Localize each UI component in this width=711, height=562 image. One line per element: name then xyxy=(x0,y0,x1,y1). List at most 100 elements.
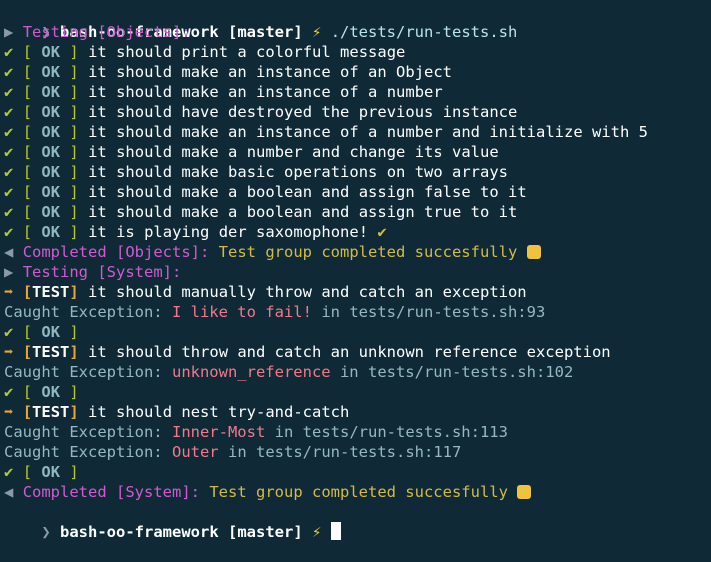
ok-badge: OK xyxy=(41,103,61,121)
test-bracket: [ xyxy=(22,283,33,301)
check-icon: ✔ xyxy=(4,463,14,481)
ok-bracket: [ xyxy=(22,83,33,101)
ok-bracket: [ xyxy=(22,123,33,141)
arrow-right-icon: ➡ xyxy=(4,283,14,301)
check-icon: ✔ xyxy=(4,83,14,101)
exception-row: Caught Exception: I like to fail! in tes… xyxy=(4,302,545,322)
exception-message: unknown_reference xyxy=(171,363,331,381)
thumbs-up-icon xyxy=(526,245,541,259)
ok-bracket: [ xyxy=(22,63,33,81)
ok-badge: OK xyxy=(41,143,61,161)
exception-location: tests/run-tests.sh:93 xyxy=(349,303,546,321)
caught-label: Caught Exception: xyxy=(4,443,163,461)
test-bracket: ] xyxy=(69,343,79,361)
ok-bracket: ] xyxy=(69,463,79,481)
text-cursor[interactable] xyxy=(330,522,341,540)
check-icon: ✔ xyxy=(4,203,14,221)
ok-bracket: ] xyxy=(69,203,79,221)
ok-bracket: ] xyxy=(69,123,79,141)
test-name: it is playing der saxomophone! xyxy=(88,223,369,241)
ok-bracket: ] xyxy=(69,163,79,181)
ok-bracket: ] xyxy=(69,83,79,101)
check-icon: ✔ xyxy=(4,163,14,181)
ok-bracket: ] xyxy=(69,383,79,401)
exception-message: Outer xyxy=(171,443,219,461)
chevron-right-icon: ▶ xyxy=(4,23,14,41)
test-bracket: [ xyxy=(22,343,33,361)
ok-badge: OK xyxy=(41,83,61,101)
check-icon: ✔ xyxy=(4,103,14,121)
test-result-row: ✔ [ OK ] xyxy=(4,322,79,342)
ok-bracket: [ xyxy=(22,383,33,401)
test-badge: TEST xyxy=(32,403,70,421)
check-icon: ✔ xyxy=(4,183,14,201)
ok-bracket: ] xyxy=(69,43,79,61)
ok-badge: OK xyxy=(41,163,61,181)
exception-message: Inner-Most xyxy=(171,423,266,441)
ok-bracket: ] xyxy=(69,103,79,121)
ok-badge: OK xyxy=(41,63,61,81)
test-result-row: ✔ [ OK ] it should make an instance of a… xyxy=(4,82,443,102)
ok-bracket: [ xyxy=(22,143,33,161)
ok-bracket: ] xyxy=(69,183,79,201)
chevron-right-icon: ▶ xyxy=(4,263,14,281)
test-result-row: ✔ [ OK ] it should make an instance of a… xyxy=(4,122,648,142)
test-name: it should make an instance of a number a… xyxy=(88,123,648,141)
test-badge: TEST xyxy=(32,343,70,361)
group-completed-message: Test group completed succesfully xyxy=(209,483,508,501)
test-result-row: ✔ [ OK ] it should make basic operations… xyxy=(4,162,508,182)
arrow-right-icon: ➡ xyxy=(4,403,14,421)
group-testing-label: Testing [Objects]: xyxy=(22,23,191,41)
ok-bracket: ] xyxy=(69,63,79,81)
exception-row: Caught Exception: Inner-Most in tests/ru… xyxy=(4,422,508,442)
ok-bracket: ] xyxy=(69,323,79,341)
test-result-row: ✔ [ OK ] xyxy=(4,462,79,482)
ok-badge: OK xyxy=(41,43,61,61)
chevron-left-icon: ◀ xyxy=(4,243,14,261)
check-icon: ✔ xyxy=(4,43,14,61)
group-testing-label: Testing [System]: xyxy=(22,263,182,281)
exception-location: tests/run-tests.sh:117 xyxy=(256,443,462,461)
ok-bracket: ] xyxy=(69,223,79,241)
test-bracket: ] xyxy=(69,403,79,421)
test-result-row: ✔ [ OK ] it should make an instance of a… xyxy=(4,62,452,82)
ok-bracket: [ xyxy=(22,103,33,121)
ok-bracket: [ xyxy=(22,323,33,341)
caught-label: Caught Exception: xyxy=(4,363,163,381)
test-name: it should make a boolean and assign fals… xyxy=(88,183,527,201)
group-header: ▶ Testing [System]: xyxy=(4,262,181,282)
check-icon: ✔ xyxy=(4,383,14,401)
test-bracket: ] xyxy=(69,283,79,301)
test-name: it should make an instance of an Object xyxy=(88,63,453,81)
terminal-window[interactable]: ❯ bash-oo-framework [master] ⚡ ./tests/r… xyxy=(0,0,711,541)
ok-bracket: [ xyxy=(22,43,33,61)
test-result-row: ✔ [ OK ] xyxy=(4,382,79,402)
test-name: it should have destroyed the previous in… xyxy=(88,103,518,121)
test-name: it should make basic operations on two a… xyxy=(88,163,509,181)
ok-bracket: [ xyxy=(22,163,33,181)
ok-badge: OK xyxy=(41,223,61,241)
group-completed-message: Test group completed succesfully xyxy=(218,243,518,261)
ok-badge: OK xyxy=(41,323,61,341)
test-name: it should nest try-and-catch xyxy=(88,403,350,421)
ok-bracket: [ xyxy=(22,203,33,221)
ok-badge: OK xyxy=(41,463,61,481)
check-icon: ✔ xyxy=(4,123,14,141)
lightning-icon: ⚡ xyxy=(312,23,322,41)
ok-badge: OK xyxy=(41,383,61,401)
check-icon: ✔ xyxy=(4,143,14,161)
caught-label: Caught Exception: xyxy=(4,303,163,321)
exception-location: tests/run-tests.sh:113 xyxy=(302,423,508,441)
test-result-row: ✔ [ OK ] it is playing der saxomophone! … xyxy=(4,222,387,242)
prompt-line[interactable]: ❯ bash-oo-framework [master] ⚡ xyxy=(4,502,341,541)
group-completed-label: Completed [System]: xyxy=(22,483,200,501)
in-label: in xyxy=(228,443,247,461)
checkmark-icon: ✔ xyxy=(377,223,387,241)
ok-bracket: ] xyxy=(69,143,79,161)
ok-bracket: [ xyxy=(22,223,33,241)
test-start-row: ➡ [TEST] it should throw and catch an un… xyxy=(4,342,611,362)
chevron-left-icon: ◀ xyxy=(4,483,14,501)
test-result-row: ✔ [ OK ] it should make a boolean and as… xyxy=(4,202,517,222)
ok-badge: OK xyxy=(41,123,61,141)
prompt-line: ❯ bash-oo-framework [master] ⚡ ./tests/r… xyxy=(4,2,517,41)
